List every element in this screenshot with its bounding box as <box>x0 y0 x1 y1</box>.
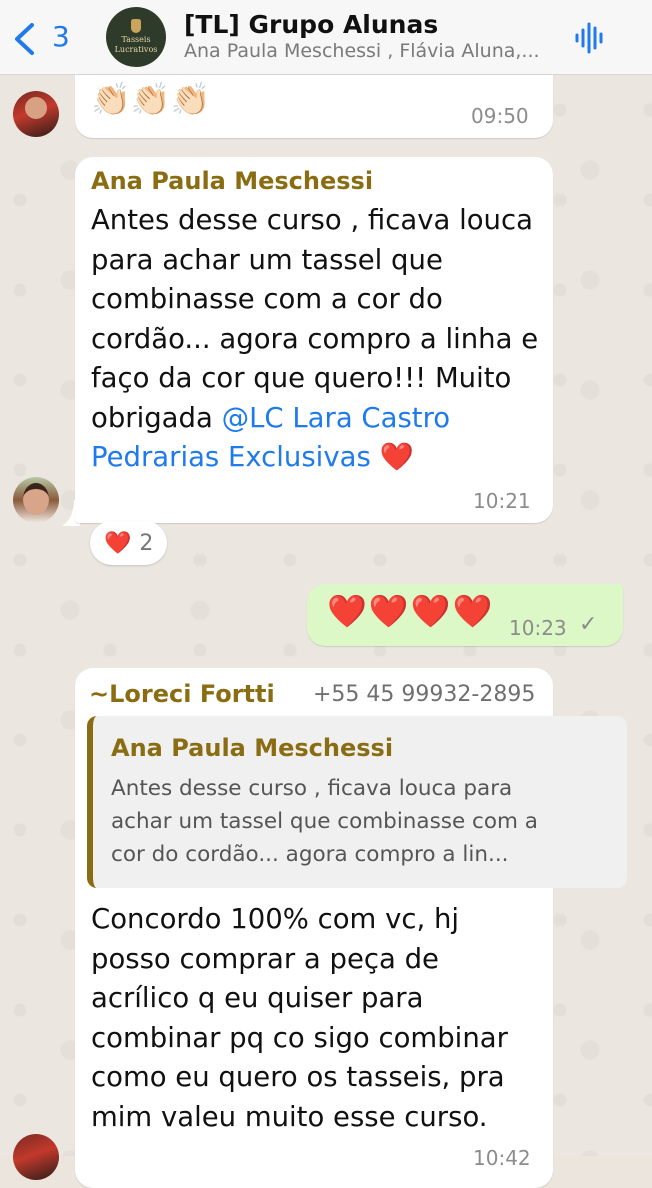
quoted-sender: Ana Paula Meschessi <box>111 734 394 762</box>
chevron-left-icon <box>15 23 34 55</box>
avatar[interactable] <box>13 1134 59 1180</box>
avatar[interactable] <box>13 91 59 137</box>
chat-header: 3 Tasseis Lucrativos [TL] Grupo Alunas A… <box>0 0 652 75</box>
back-button[interactable]: 3 <box>12 18 72 58</box>
message-bubble[interactable]: Ana Paula Meschessi Antes desse curso , … <box>75 157 553 523</box>
message-bubble[interactable]: ~Loreci Fortti +55 45 99932-2895 Ana Pau… <box>75 668 627 1188</box>
message-time: 10:42 <box>473 1146 531 1170</box>
message-sender[interactable]: ~Loreci Fortti <box>89 680 275 708</box>
avatar[interactable] <box>13 477 59 523</box>
sender-phone[interactable]: +55 45 99932-2895 <box>313 682 535 707</box>
avatar-logo-text-2: Lucrativos <box>114 45 158 54</box>
message-text: Concordo 100% com vc, hj posso comprar a… <box>91 903 508 1133</box>
message-time: 09:50 <box>471 104 529 128</box>
message-text: Antes desse curso , ficava louca para ac… <box>91 201 543 478</box>
quoted-text: Antes desse curso , ficava louca para ac… <box>111 776 538 867</box>
message-body: Antes desse curso , ficava louca para ac… <box>91 204 539 434</box>
message-time: 10:23 <box>509 616 567 640</box>
reaction-count: 2 <box>139 530 154 556</box>
read-check-icon: ✓ <box>579 612 598 637</box>
tassel-icon <box>131 19 141 33</box>
group-avatar[interactable]: Tasseis Lucrativos <box>106 7 166 67</box>
message-time: 10:21 <box>473 489 531 513</box>
chat-participants[interactable]: Ana Paula Meschessi , Flávia Aluna,... <box>184 40 544 62</box>
message-sender[interactable]: Ana Paula Meschessi <box>91 167 373 195</box>
message-emoji: ❤️❤️❤️❤️ <box>327 592 495 630</box>
heart-emoji: ❤️ <box>370 441 414 473</box>
quoted-message[interactable]: Ana Paula Meschessi Antes desse curso , … <box>87 716 627 888</box>
message-emoji: 👏🏻👏🏻👏🏻 <box>91 80 211 118</box>
unread-count: 3 <box>52 20 70 53</box>
reaction-badge[interactable]: ❤️ 2 <box>90 521 168 565</box>
reaction-emoji: ❤️ <box>104 530 132 556</box>
chat-title[interactable]: [TL] Grupo Alunas <box>184 10 438 39</box>
message-bubble-outgoing[interactable]: ❤️❤️❤️❤️ 10:23 ✓ <box>307 584 623 646</box>
audio-call-icon[interactable] <box>574 22 606 54</box>
avatar-logo-text-1: Tasseis <box>121 35 151 44</box>
